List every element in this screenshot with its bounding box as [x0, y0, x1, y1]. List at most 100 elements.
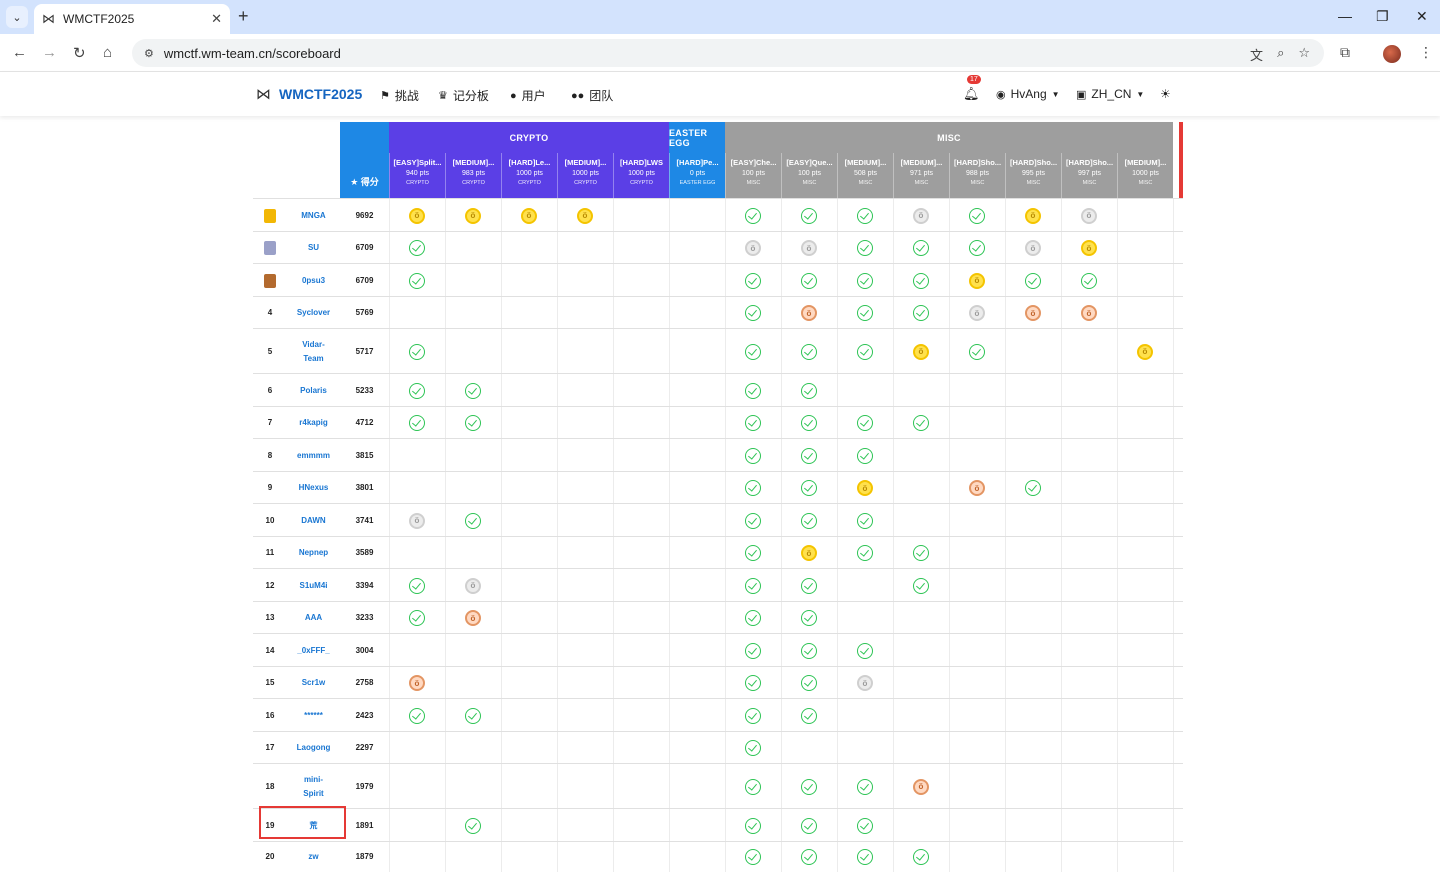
grid-line — [725, 439, 726, 472]
brand-link[interactable]: ⋈ WMCTF2025 — [256, 85, 362, 103]
challenge-header[interactable]: [HARD]LWS 1000 pts CRYPTO — [613, 153, 669, 198]
challenge-pts: 1000 pts — [516, 170, 543, 177]
solved-check-icon — [913, 415, 929, 431]
nav-challenges[interactable]: ⚑ 挑战 — [380, 87, 419, 104]
new-tab-button[interactable]: + — [238, 6, 249, 27]
grid-line — [1117, 439, 1118, 472]
challenge-header[interactable]: [MEDIUM]... 971 pts MISC — [893, 153, 949, 198]
team-link[interactable]: Laogong — [287, 741, 340, 755]
grid-line — [557, 537, 558, 569]
window-close-button[interactable]: ✕ — [1416, 8, 1428, 25]
grid-line — [1005, 439, 1006, 472]
solved-check-icon — [913, 577, 929, 594]
back-button[interactable]: ← — [12, 44, 27, 61]
bookmark-star-icon[interactable]: ☆ — [1298, 45, 1310, 64]
grid-line — [893, 842, 894, 872]
team-link[interactable]: DAWN — [287, 514, 340, 528]
challenge-header[interactable]: [MEDIUM]... 508 pts MISC — [837, 153, 893, 198]
team-link[interactable]: Vidar- Team — [287, 338, 340, 366]
minimize-button[interactable]: — — [1338, 8, 1352, 24]
team-link[interactable]: _0xFFF_ — [287, 644, 340, 658]
team-link[interactable]: AAA — [287, 611, 340, 625]
nav-teams[interactable]: ●● 团队 — [571, 87, 613, 104]
solved-check-icon — [801, 415, 817, 431]
grid-line — [557, 504, 558, 537]
solved-check-icon — [745, 447, 761, 464]
solved-check-icon — [465, 707, 481, 724]
challenge-header[interactable]: [MEDIUM]... 1000 pts CRYPTO — [557, 153, 613, 198]
team-link[interactable]: MNGA — [287, 209, 340, 223]
team-link[interactable]: SU — [287, 241, 340, 255]
user-icon: ● — [510, 89, 517, 102]
team-link[interactable]: 0psu3 — [287, 274, 340, 288]
team-link[interactable]: emmmm — [287, 449, 340, 463]
team-link[interactable]: Syclover — [287, 306, 340, 320]
restore-button[interactable]: ❐ — [1376, 8, 1389, 25]
theme-toggle-icon[interactable]: ☀ — [1160, 87, 1171, 101]
profile-avatar[interactable] — [1383, 45, 1401, 63]
challenge-cat: MISC — [1026, 180, 1041, 186]
language-dropdown[interactable]: ▣ ZH_CN ▼ — [1076, 87, 1144, 101]
notification-bell-icon[interactable]: 🔔︎ — [963, 86, 980, 102]
grid-line — [837, 199, 838, 232]
team-link[interactable]: ****** — [287, 709, 340, 723]
challenge-cat: MISC — [914, 180, 929, 186]
challenge-header[interactable]: [MEDIUM]... 983 pts CRYPTO — [445, 153, 501, 198]
team-link[interactable]: Nepnep — [287, 546, 340, 560]
caret-down-icon: ▼ — [1136, 89, 1145, 99]
team-link[interactable]: r4kapig — [287, 416, 340, 430]
team-link[interactable]: Polaris — [287, 384, 340, 398]
solved-check-icon — [857, 447, 873, 464]
extensions-icon[interactable]: ⧉ — [1340, 44, 1350, 61]
first-blood-medal-icon: ö — [1025, 207, 1041, 224]
grid-line — [501, 264, 502, 297]
score-column-header[interactable]: ★ 得分 — [340, 122, 389, 198]
challenge-header[interactable]: [HARD]Sho... 997 pts MISC — [1061, 153, 1117, 198]
grid-line — [949, 374, 950, 407]
challenge-header[interactable]: [MEDIUM]... 1000 pts MISC — [1117, 153, 1173, 198]
challenge-header[interactable]: [HARD]Le... 1000 pts CRYPTO — [501, 153, 557, 198]
team-link[interactable]: zw — [287, 850, 340, 864]
browser-tab[interactable]: ⋈ WMCTF2025 ✕ — [34, 4, 230, 34]
home-icon[interactable]: ⌂ — [103, 44, 112, 61]
team-link[interactable]: mini- Spirit — [287, 773, 340, 801]
table-row: 12 S1uM4i 3394 ö — [253, 568, 1183, 602]
tab-close-icon[interactable]: ✕ — [211, 11, 222, 27]
browser-menu-icon[interactable]: ⋮ — [1419, 44, 1433, 61]
grid-line — [613, 699, 614, 732]
translate-icon[interactable]: 文 — [1250, 45, 1263, 64]
grid-line — [613, 264, 614, 297]
team-link[interactable]: S1uM4i — [287, 579, 340, 593]
challenge-header[interactable]: [EASY]Split... 940 pts CRYPTO — [389, 153, 445, 198]
grid-line — [1061, 602, 1062, 634]
challenge-cat: CRYPTO — [518, 180, 541, 186]
zoom-icon[interactable]: ⌕ — [1277, 45, 1284, 64]
solved-check-icon — [1025, 272, 1041, 289]
tab-search-button[interactable]: ⌄ — [6, 6, 28, 28]
challenge-header[interactable]: [HARD]Sho... 988 pts MISC — [949, 153, 1005, 198]
grid-line — [557, 699, 558, 732]
site-info-icon[interactable]: ⚙ — [144, 47, 154, 60]
address-bar[interactable]: ⚙ wmctf.wm-team.cn/scoreboard 文 ⌕ ☆ — [132, 39, 1324, 67]
nav-users[interactable]: ● 用户 — [510, 87, 546, 104]
grid-line — [501, 602, 502, 634]
challenge-header[interactable]: [HARD]Pe... 0 pts EASTER EGG — [669, 153, 725, 198]
challenge-name: [MEDIUM]... — [900, 158, 943, 167]
challenge-name: [HARD]Pe... — [676, 158, 719, 167]
team-link[interactable]: HNexus — [287, 481, 340, 495]
challenge-header[interactable]: [HARD]Sho... 995 pts MISC — [1005, 153, 1061, 198]
user-dropdown[interactable]: ◉ HvAng ▼ — [996, 87, 1060, 101]
reload-button[interactable]: ↻ — [73, 44, 86, 62]
grid-line — [669, 329, 670, 374]
challenge-pts: 997 pts — [1078, 170, 1101, 177]
grid-line — [1117, 569, 1118, 602]
challenge-header[interactable]: [EASY]Che... 100 pts MISC — [725, 153, 781, 198]
team-link[interactable]: Scr1w — [287, 676, 340, 690]
grid-line — [837, 297, 838, 329]
challenge-header[interactable]: [EASY]Que... 100 pts MISC — [781, 153, 837, 198]
table-row: 5 Vidar- Team 5717 ö ö — [253, 328, 1183, 374]
forward-button[interactable]: → — [42, 44, 57, 61]
grid-line — [949, 504, 950, 537]
nav-scoreboard[interactable]: ♛ 记分板 — [438, 87, 489, 104]
star-icon: ★ — [350, 177, 361, 187]
